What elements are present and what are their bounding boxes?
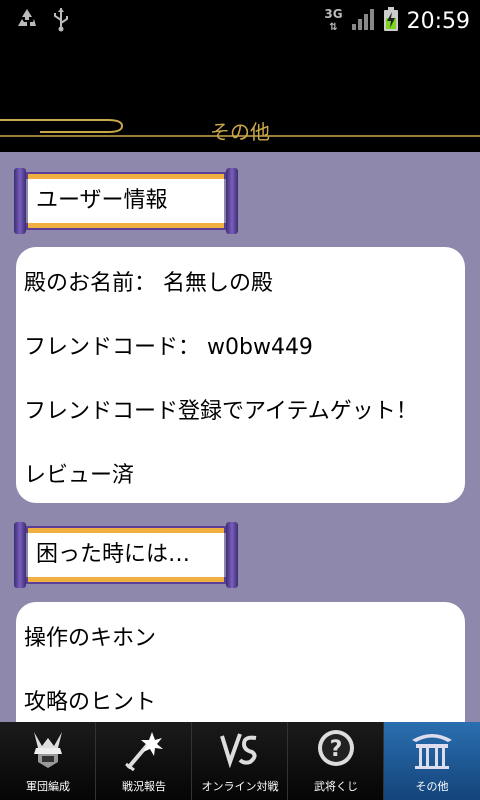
tab-label: 軍団編成 [26,780,70,793]
section-title: 困った時には… [36,542,191,567]
banner-rod [14,168,26,234]
list-item-hints[interactable]: 攻略のヒント [24,684,156,716]
banner-rod [14,522,26,588]
banner-rod [226,168,238,234]
tab-label: 戦況報告 [122,780,166,793]
tab-online-battle[interactable]: オンライン対戦 [192,722,288,800]
sword-explosion-icon [124,728,164,772]
list-item-friend-code-register[interactable]: フレンドコード登録でアイテムゲット！ [24,393,418,425]
recycle-icon [14,6,40,36]
battery-charging-icon [383,6,399,36]
list-item-review[interactable]: レビュー済 [24,457,134,489]
help-card: 操作のキホン 攻略のヒント [16,602,465,722]
network-3g-icon: 3G ⇅ [324,7,343,33]
tab-label: 武将くじ [314,780,358,793]
section-banner-user-info: ユーザー情報 [14,168,238,234]
vs-icon [220,728,260,772]
tab-label: その他 [415,780,449,793]
user-info-card: 殿のお名前： 名無しの殿 フレンドコード： w0bw449 フレンドコード登録で… [16,247,465,503]
usb-icon [52,6,70,36]
status-bar: 3G ⇅ 20:59 [0,0,480,38]
tab-army-formation[interactable]: 軍団編成 [0,722,96,800]
list-item-basics[interactable]: 操作のキホン [24,620,156,652]
tab-general-lottery[interactable]: ? 武将くじ [288,722,384,800]
section-banner-help: 困った時には… [14,522,238,588]
content-area[interactable]: ユーザー情報 殿のお名前： 名無しの殿 フレンドコード： w0bw449 フレン… [0,152,480,722]
tab-label: オンライン対戦 [201,780,279,793]
svg-text:?: ? [330,737,343,762]
tab-battle-report[interactable]: 戦況報告 [96,722,192,800]
page-header: その他 [0,38,480,152]
samurai-helmet-icon [28,728,68,772]
list-item-lord-name[interactable]: 殿のお名前： 名無しの殿 [24,265,273,297]
status-time: 20:59 [406,8,470,34]
page-title: その他 [210,120,270,144]
tab-bar: 軍団編成 戦況報告 オンライン対戦 ? 武将くじ その他 [0,722,480,800]
gate-icon [412,728,452,772]
section-title: ユーザー情報 [36,188,168,213]
list-item-friend-code[interactable]: フレンドコード： w0bw449 [24,329,313,361]
tab-other[interactable]: その他 [384,722,480,800]
banner-rod [226,522,238,588]
signal-icon [351,7,375,35]
question-coin-icon: ? [316,728,356,772]
